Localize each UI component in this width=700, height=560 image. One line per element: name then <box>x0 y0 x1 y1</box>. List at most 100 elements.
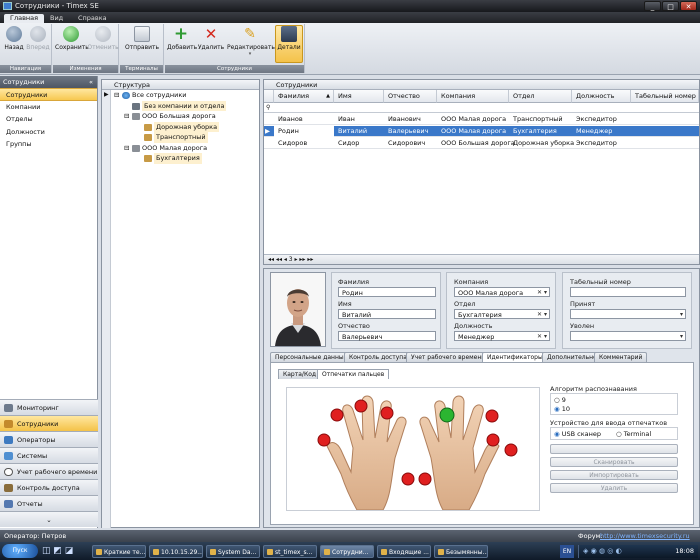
hired-date-field[interactable]: ▾ <box>570 309 686 319</box>
tab-card-code[interactable]: Карта/Код <box>278 369 322 379</box>
taskbar-item-active[interactable]: Сотрудни... <box>320 545 374 558</box>
clear-dropdown-icon[interactable]: ✕ ▾ <box>537 332 547 342</box>
table-row[interactable]: Иванов Иван Иванович ООО Малая дорога Тр… <box>264 114 699 125</box>
left-item-companies[interactable]: Компании <box>0 101 97 114</box>
column-header-position[interactable]: Должность <box>572 90 631 103</box>
company-select[interactable]: ООО Малая дорога ✕ ▾ <box>454 287 550 297</box>
grid-pager[interactable]: ◂◂ ◂◂ ◂ 3 ▸ ▸▸ ▸▸ <box>264 254 699 264</box>
tree-expand-icon[interactable]: ⊟ <box>124 143 129 154</box>
employee-photo[interactable] <box>270 272 326 347</box>
device-option-usb[interactable]: ◉ USB сканер <box>554 430 601 438</box>
patronymic-field[interactable]: Валерьевич <box>338 331 436 341</box>
nav-expand-chevron-icon[interactable]: ⌄ <box>0 511 98 527</box>
column-header-company[interactable]: Компания <box>437 90 509 103</box>
maximize-button[interactable]: □ <box>662 1 679 11</box>
chevron-down-icon[interactable]: ▾ <box>680 310 683 320</box>
clear-dropdown-icon[interactable]: ✕ ▾ <box>537 310 547 320</box>
taskbar-item[interactable]: Входящие ... <box>377 545 431 558</box>
department-select[interactable]: Бухгалтерия ✕ ▾ <box>454 309 550 319</box>
taskbar-item[interactable]: Краткие те... <box>92 545 146 558</box>
nav-access-control[interactable]: Контроль доступа <box>0 479 98 495</box>
close-button[interactable]: ✕ <box>680 1 697 11</box>
minimize-button[interactable]: _ <box>644 1 661 11</box>
clock-icon <box>4 468 13 476</box>
scan-button[interactable]: Сканировать <box>550 457 678 467</box>
tree-row[interactable]: Без компании и отдела <box>102 100 259 111</box>
tab-fingerprints[interactable]: Отпечатки пальцев <box>317 369 390 379</box>
tray-icons[interactable]: ◈ ◉ ◍ ◎ ◐ <box>583 545 622 558</box>
column-header-department[interactable]: Отдел <box>509 90 572 103</box>
taskbar-item[interactable]: st_timex_s... <box>263 545 317 558</box>
tree-expand-icon[interactable]: ⊟ <box>124 111 129 122</box>
tab-help[interactable]: Справка <box>72 14 113 23</box>
device-select[interactable] <box>550 444 678 454</box>
taskbar-item[interactable]: System Da... <box>206 545 260 558</box>
tab-home[interactable]: Главная <box>4 14 45 23</box>
clear-dropdown-icon[interactable]: ✕ ▾ <box>537 288 547 298</box>
details-button[interactable]: Детали <box>275 25 303 63</box>
tree-row[interactable]: Бухгалтерия <box>102 153 259 164</box>
column-header-patronymic[interactable]: Отчество <box>384 90 437 103</box>
import-button[interactable]: Импортировать <box>550 470 678 480</box>
send-button[interactable]: Отправить <box>124 26 160 62</box>
tree-row[interactable]: ⊟ ООО Большая дорога <box>102 111 259 122</box>
forum-link[interactable]: http://www.timexsecurity.ru <box>600 530 690 542</box>
table-row[interactable]: Сидоров Сидор Сидорович ООО Большая доро… <box>264 138 699 149</box>
company-label: Компания <box>454 278 489 286</box>
cancel-button[interactable]: Отменить <box>87 26 119 62</box>
taskbar-item[interactable]: 10.10.15.29... <box>149 545 203 558</box>
taskbar-item[interactable]: Безымянны... <box>434 545 488 558</box>
save-button[interactable]: Сохранить <box>55 26 89 62</box>
delete-fingerprint-button[interactable]: Удалить <box>550 483 678 493</box>
cell: Менеджер <box>576 127 613 135</box>
tab-number-field[interactable] <box>570 287 686 297</box>
tab-additional[interactable]: Дополнительно <box>542 352 602 362</box>
collapse-panel-icon[interactable]: « <box>89 76 93 88</box>
delete-label: Удалить <box>197 44 225 51</box>
tree-expand-icon[interactable]: ⊟ <box>114 90 119 101</box>
left-item-employees[interactable]: Сотрудники <box>0 88 97 101</box>
column-header-tab-number[interactable]: Табельный номер <box>631 90 699 103</box>
algorithm-option-10[interactable]: ◉ 10 <box>554 405 570 413</box>
left-item-positions[interactable]: Должности <box>0 126 97 139</box>
nav-employees[interactable]: Сотрудники <box>0 415 98 431</box>
tree-row[interactable]: ⊟ ООО Малая дорога <box>102 142 259 154</box>
chevron-down-icon[interactable]: ▾ <box>680 332 683 342</box>
edit-button[interactable]: ✎ Редактировать ▾ <box>227 26 275 62</box>
forward-button[interactable]: Вперед <box>24 26 52 62</box>
left-item-groups[interactable]: Группы <box>0 138 97 151</box>
tab-personal-data[interactable]: Персональные данные <box>270 352 353 362</box>
start-button[interactable]: Пуск <box>2 544 38 558</box>
delete-button[interactable]: ✕ Удалить <box>197 26 225 62</box>
tab-access-control[interactable]: Контроль доступа <box>344 352 412 362</box>
tab-comment[interactable]: Комментарий <box>594 352 648 362</box>
column-header-last-name[interactable]: Фамилия ▲ <box>274 90 334 103</box>
option-label: Terminal <box>623 430 652 438</box>
finger-left-index-dot <box>380 406 394 420</box>
nav-reports[interactable]: Отчеты <box>0 495 98 511</box>
table-row-selected[interactable]: ▶ Родин Виталий Валерьевич ООО Малая дор… <box>264 126 699 137</box>
quick-launch-icons[interactable]: ◫ ◩ ◪ <box>42 545 86 558</box>
last-name-field[interactable]: Родин <box>338 287 436 297</box>
language-indicator[interactable]: EN <box>560 545 574 558</box>
first-name-field[interactable]: Виталий <box>338 309 436 319</box>
column-header-first-name[interactable]: Имя <box>334 90 384 103</box>
algorithm-option-9[interactable]: ○ 9 <box>554 396 566 404</box>
position-select[interactable]: Менеджер ✕ ▾ <box>454 331 550 341</box>
left-item-departments[interactable]: Отделы <box>0 113 97 126</box>
tab-time-tracking[interactable]: Учет рабочего времени <box>406 352 491 362</box>
nav-time-tracking[interactable]: Учет рабочего времени <box>0 463 98 479</box>
fired-date-field[interactable]: ▾ <box>570 331 686 341</box>
nav-operators[interactable]: Операторы <box>0 431 98 447</box>
nav-monitoring[interactable]: Мониторинг <box>0 399 98 415</box>
filter-row[interactable]: ⚲ <box>264 103 699 113</box>
nav-systems[interactable]: Системы <box>0 447 98 463</box>
tree-row[interactable]: Дорожная уборка <box>102 121 259 132</box>
device-option-terminal[interactable]: ○ Terminal <box>616 430 651 438</box>
tab-view[interactable]: Вид <box>44 14 69 23</box>
tree-row[interactable]: Транспортный <box>102 132 259 143</box>
pencil-icon: ✎ <box>244 26 256 42</box>
patronymic-label: Отчество <box>338 322 370 330</box>
add-button[interactable]: + Добавить <box>167 26 197 62</box>
tree-row[interactable]: ▶ ⊟ Все сотрудники <box>102 90 259 101</box>
